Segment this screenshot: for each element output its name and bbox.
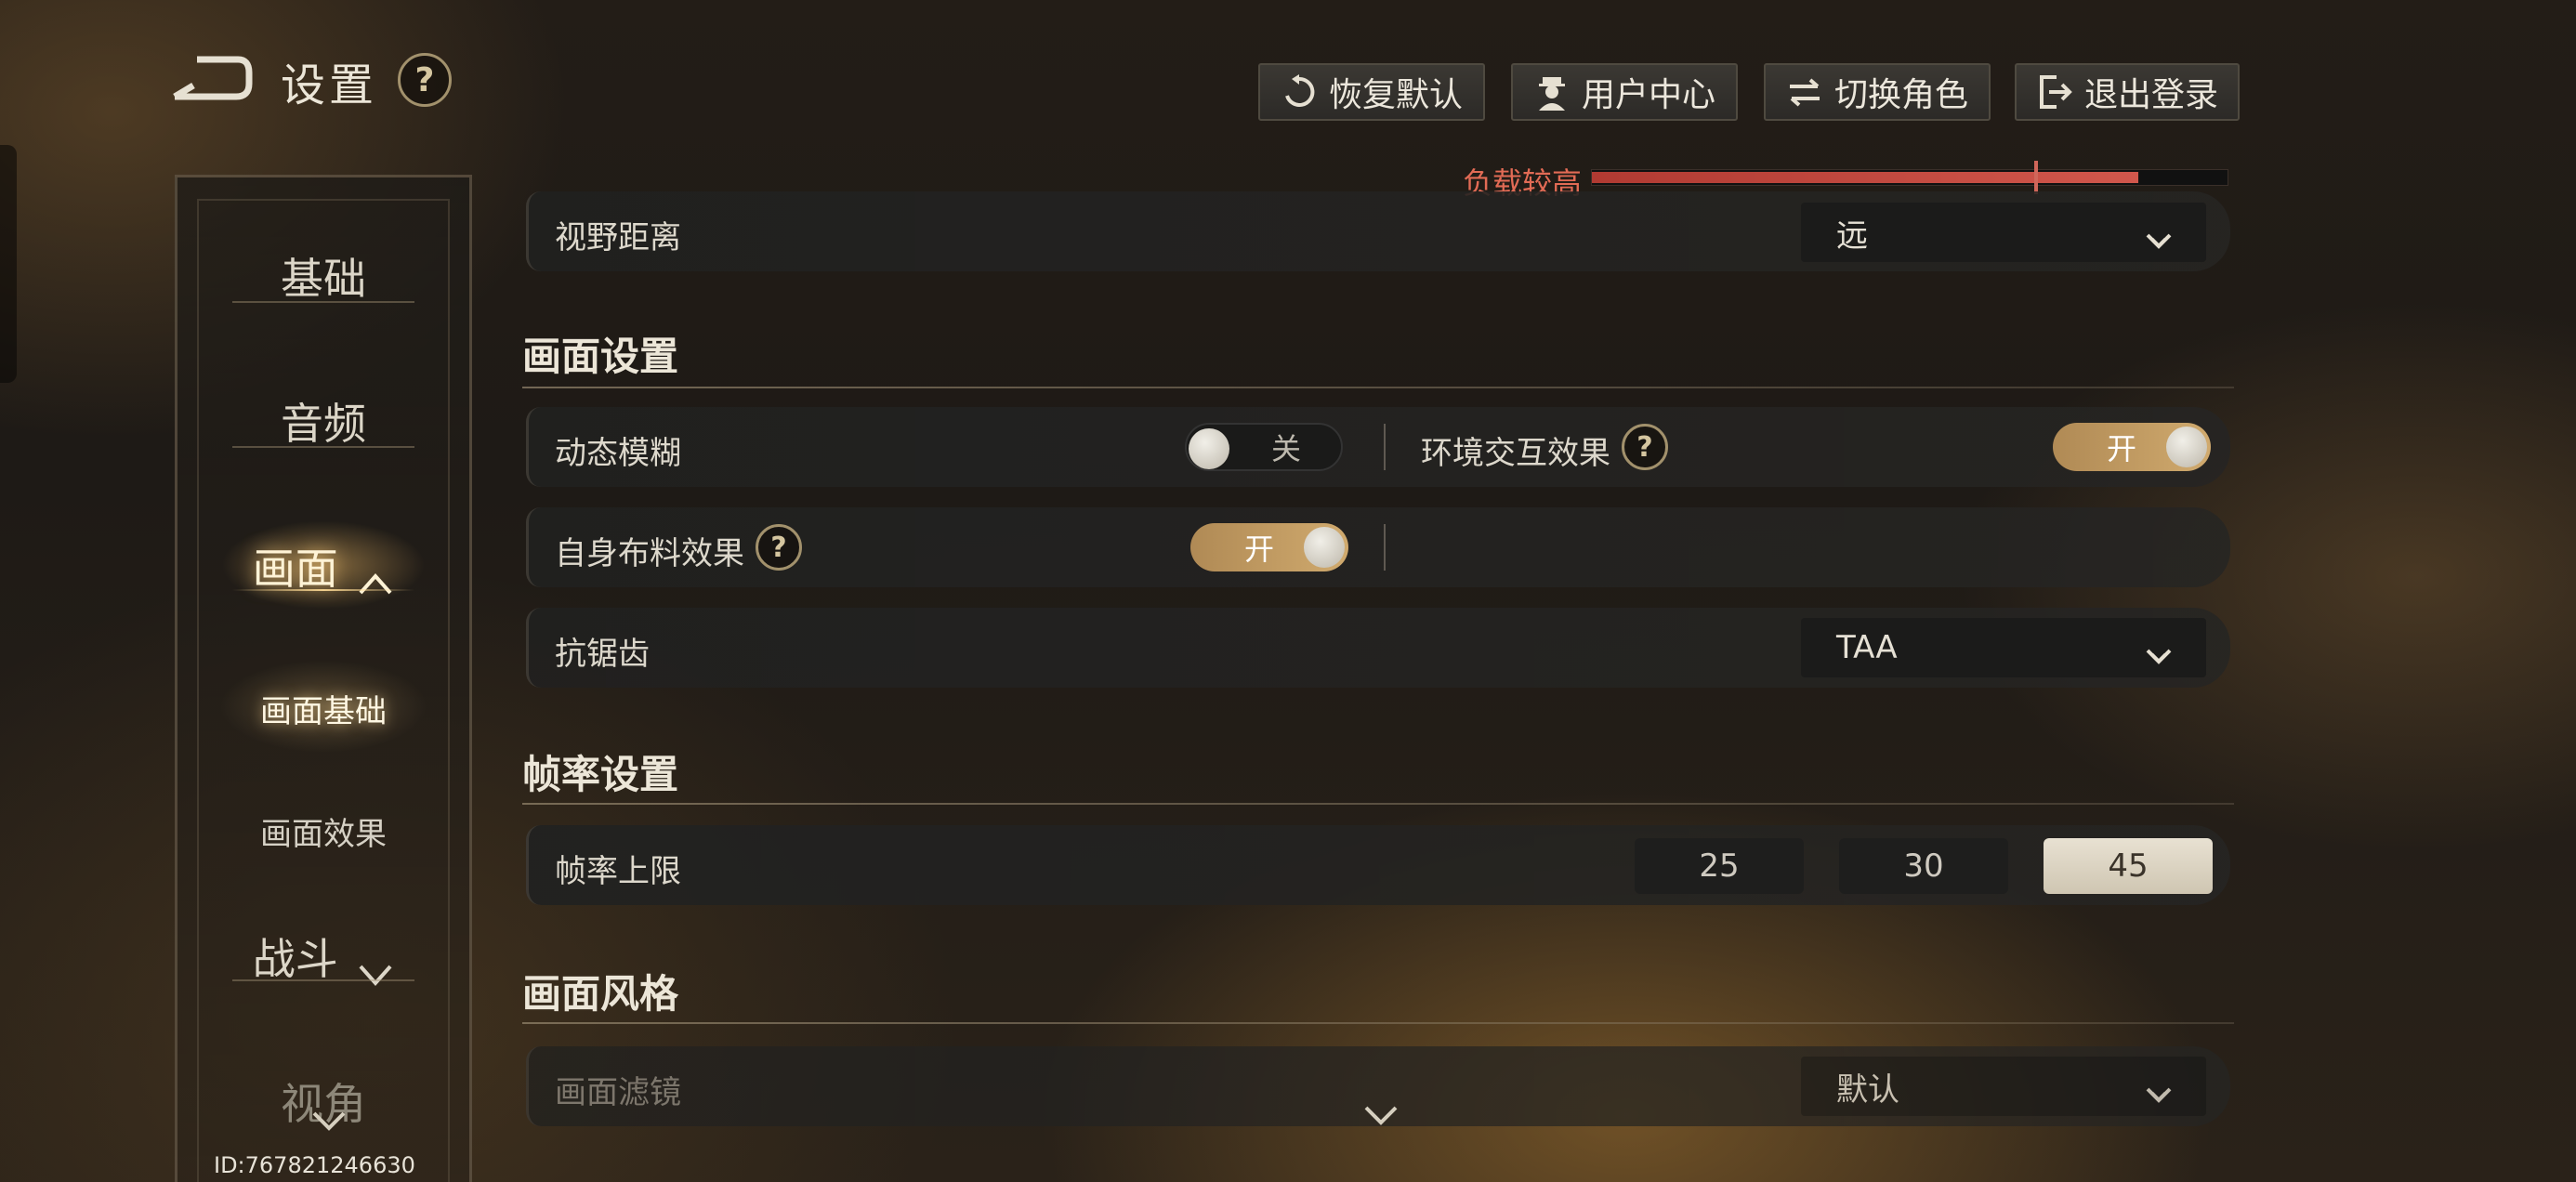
reset-default-button[interactable]: 恢复默认 [1258, 63, 1485, 121]
dropdown-arrow-icon [2145, 223, 2173, 249]
swap-icon [1786, 73, 1823, 111]
sidebar-item-label: 战斗 [252, 934, 338, 984]
fps-option-45[interactable]: 45 [2044, 838, 2213, 894]
env-interaction-state: 开 [2107, 431, 2137, 466]
back-button[interactable] [169, 52, 253, 104]
anti-alias-value: TAA [1836, 629, 1898, 666]
motion-blur-label: 动态模糊 [555, 435, 681, 472]
user-icon [1533, 73, 1571, 111]
chevron-up-icon [357, 558, 394, 595]
view-distance-label: 视野距离 [555, 219, 681, 256]
section-title-style: 画面风格 [522, 971, 679, 1017]
question-icon[interactable]: ? [756, 524, 802, 571]
toggle-knob [1304, 527, 1345, 568]
motion-blur-state: 关 [1270, 431, 1301, 466]
nav-underline [232, 979, 414, 981]
setting-row-anti-alias: 抗锯齿 TAA [526, 608, 2230, 688]
sidebar-item-label: 基础 [281, 254, 366, 304]
sidebar-item-audio[interactable]: 音频 [177, 390, 470, 452]
section-title-graphics: 画面设置 [522, 334, 679, 379]
chevron-down-icon [357, 949, 394, 987]
section-divider [522, 803, 2234, 805]
anti-alias-label: 抗锯齿 [555, 636, 650, 673]
section-title-framerate: 帧率设置 [522, 752, 679, 797]
nav-underline [232, 446, 414, 448]
anti-alias-dropdown[interactable]: TAA [1801, 618, 2206, 677]
sidebar-subitem-graphics-effects[interactable]: 画面效果 [177, 808, 470, 854]
reset-default-label: 恢复默认 [1328, 76, 1463, 114]
toggle-knob [2166, 427, 2207, 467]
dropdown-arrow-icon [2145, 638, 2173, 664]
env-interaction-label: 环境交互效果 [1421, 435, 1610, 472]
user-center-button[interactable]: 用户中心 [1511, 63, 1738, 121]
left-edge-handle [0, 145, 17, 383]
toggle-knob [1189, 428, 1229, 469]
question-icon[interactable]: ? [398, 53, 452, 107]
question-icon[interactable]: ? [1622, 424, 1668, 470]
motion-blur-toggle[interactable]: 关 [1185, 423, 1343, 471]
dropdown-arrow-icon [2145, 1077, 2173, 1103]
sidebar-item-label: 画面 [252, 544, 338, 594]
nav-underline [232, 301, 414, 303]
fps-option-30[interactable]: 30 [1839, 838, 2008, 894]
view-distance-value: 远 [1836, 217, 1868, 255]
switch-role-label: 切换角色 [1833, 76, 1968, 114]
load-bar-fill [1592, 172, 2139, 183]
setting-row-view-distance: 视野距离 远 [526, 191, 2230, 271]
row-divider [1384, 424, 1386, 470]
fps-option-25[interactable]: 25 [1635, 838, 1804, 894]
setting-row-self-cloth: 自身布料效果 ? 开 [526, 507, 2230, 587]
sidebar-item-graphics[interactable]: 画面 [177, 535, 470, 597]
section-divider [522, 1022, 2234, 1024]
nav-underline [232, 589, 414, 591]
self-cloth-toggle[interactable]: 开 [1190, 523, 1348, 571]
self-cloth-state: 开 [1244, 532, 1275, 567]
switch-role-button[interactable]: 切换角色 [1764, 63, 1991, 121]
sidebar-item-basic[interactable]: 基础 [177, 245, 470, 307]
scroll-down-icon[interactable] [1362, 1102, 1400, 1128]
filter-value: 默认 [1836, 1070, 1899, 1109]
self-cloth-label: 自身布料效果 [555, 535, 744, 572]
row-divider [1384, 524, 1386, 571]
reset-icon [1281, 73, 1318, 111]
sidebar-scroll-down-icon[interactable] [310, 1110, 348, 1134]
sidebar-item-label: 音频 [281, 399, 366, 449]
load-bar [1591, 161, 2228, 194]
logout-button[interactable]: 退出登录 [2015, 63, 2240, 121]
env-interaction-toggle[interactable]: 开 [2053, 423, 2211, 471]
view-distance-dropdown[interactable]: 远 [1801, 203, 2206, 262]
logout-icon [2036, 73, 2073, 111]
sidebar-subitem-graphics-basic[interactable]: 画面基础 [177, 686, 470, 731]
user-center-label: 用户中心 [1581, 76, 1715, 114]
load-bar-marker [2034, 161, 2038, 194]
section-divider [522, 387, 2234, 388]
filter-label: 画面滤镜 [555, 1074, 681, 1111]
logout-label: 退出登录 [2083, 76, 2218, 114]
page-title: 设置 [281, 59, 378, 112]
sidebar-item-combat[interactable]: 战斗 [177, 926, 470, 987]
setting-row-fps-cap: 帧率上限 25 30 45 [526, 825, 2230, 905]
back-arrow-icon [173, 56, 253, 100]
fps-cap-label: 帧率上限 [555, 853, 681, 890]
filter-dropdown[interactable]: 默认 [1801, 1057, 2206, 1116]
setting-row-motion-env: 动态模糊 关 环境交互效果 ? 开 [526, 407, 2230, 487]
user-id: ID:767821246630 [214, 1152, 415, 1178]
